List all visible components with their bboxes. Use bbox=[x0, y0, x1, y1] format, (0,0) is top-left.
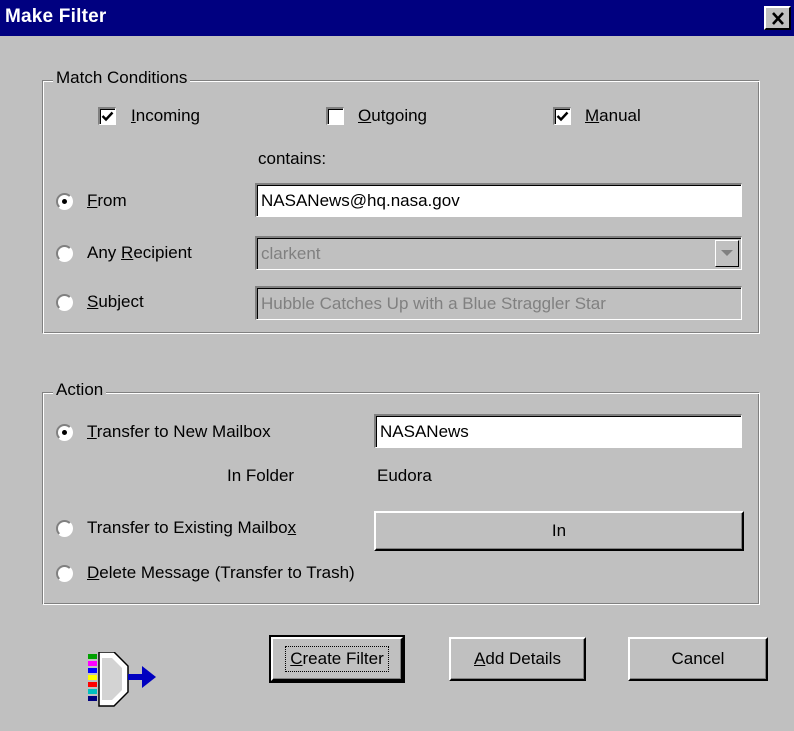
add-details-label: dd Details bbox=[485, 649, 561, 668]
manual-label-rest: anual bbox=[599, 106, 641, 125]
new-mailbox-accel: T bbox=[87, 422, 97, 441]
subject-label[interactable]: Subject bbox=[87, 291, 144, 313]
delete-message-radio[interactable] bbox=[56, 565, 73, 582]
from-input-value: NASANews@hq.nasa.gov bbox=[261, 191, 460, 210]
action-legend: Action bbox=[53, 380, 107, 400]
from-input[interactable]: NASANews@hq.nasa.gov bbox=[255, 183, 742, 217]
outgoing-checkbox[interactable] bbox=[326, 107, 344, 125]
incoming-label[interactable]: Incoming bbox=[131, 105, 200, 127]
existing-mailbox-label-pre: Transfer to Existing Mailbo bbox=[87, 518, 288, 537]
chevron-down-icon bbox=[721, 250, 733, 256]
window-title: Make Filter bbox=[5, 6, 107, 27]
existing-mailbox-picker-button[interactable]: In bbox=[374, 511, 744, 551]
recipient-dropdown[interactable]: clarkent bbox=[255, 236, 742, 270]
subject-accel: S bbox=[87, 292, 99, 311]
new-mailbox-input-value: NASANews bbox=[380, 422, 469, 441]
recipient-label-pre: Any bbox=[87, 243, 122, 262]
create-filter-label: reate Filter bbox=[302, 649, 384, 668]
title-bar: Make Filter bbox=[0, 0, 794, 36]
close-icon bbox=[771, 11, 784, 25]
subject-input[interactable]: Hubble Catches Up with a Blue Straggler … bbox=[255, 286, 742, 320]
delete-message-label[interactable]: Delete Message (Transfer to Trash) bbox=[87, 562, 355, 584]
outgoing-label-rest: utgoing bbox=[371, 106, 428, 125]
incoming-label-rest: ncoming bbox=[135, 106, 200, 125]
from-label[interactable]: From bbox=[87, 190, 127, 212]
new-mailbox-radio[interactable] bbox=[56, 424, 73, 441]
outgoing-label[interactable]: Outgoing bbox=[358, 105, 427, 127]
subject-radio[interactable] bbox=[56, 294, 73, 311]
new-mailbox-label-rest: ransfer to New Mailbox bbox=[96, 422, 271, 441]
filter-transfer-icon bbox=[88, 652, 156, 707]
manual-accel: M bbox=[585, 106, 600, 125]
delete-message-accel: D bbox=[87, 563, 100, 582]
contains-label: contains: bbox=[258, 149, 327, 168]
create-filter-button[interactable]: Create Filter bbox=[269, 635, 405, 683]
add-details-accel: A bbox=[474, 649, 486, 668]
match-conditions-legend: Match Conditions bbox=[53, 68, 191, 88]
in-folder-label: In Folder bbox=[227, 466, 295, 485]
recipient-label-rest: ecipient bbox=[133, 243, 192, 262]
close-button[interactable] bbox=[764, 6, 791, 30]
check-icon bbox=[101, 111, 114, 122]
from-label-rest: rom bbox=[97, 191, 127, 210]
recipient-dropdown-value: clarkent bbox=[261, 244, 321, 263]
manual-label[interactable]: Manual bbox=[585, 105, 641, 127]
existing-mailbox-accel: x bbox=[287, 518, 297, 537]
recipient-radio[interactable] bbox=[56, 245, 73, 262]
subject-label-rest: ubject bbox=[98, 292, 144, 311]
existing-mailbox-label[interactable]: Transfer to Existing Mailbox bbox=[87, 517, 296, 539]
cancel-button[interactable]: Cancel bbox=[628, 637, 768, 681]
subject-input-value: Hubble Catches Up with a Blue Straggler … bbox=[261, 294, 606, 313]
existing-mailbox-picker-label: In bbox=[551, 521, 567, 540]
in-folder-value: Eudora bbox=[377, 466, 432, 485]
delete-message-label-rest: elete Message (Transfer to Trash) bbox=[99, 563, 355, 582]
new-mailbox-input[interactable]: NASANews bbox=[374, 414, 742, 448]
check-icon bbox=[556, 111, 569, 122]
manual-checkbox[interactable] bbox=[553, 107, 571, 125]
new-mailbox-label[interactable]: Transfer to New Mailbox bbox=[87, 421, 271, 443]
cancel-label: Cancel bbox=[671, 649, 725, 668]
recipient-accel: R bbox=[121, 243, 134, 262]
from-accel: F bbox=[87, 191, 98, 210]
incoming-checkbox[interactable] bbox=[98, 107, 116, 125]
outgoing-accel: O bbox=[358, 106, 372, 125]
recipient-label[interactable]: Any Recipient bbox=[87, 242, 192, 264]
add-details-button[interactable]: Add Details bbox=[449, 637, 586, 681]
from-radio[interactable] bbox=[56, 193, 73, 210]
recipient-dropdown-button[interactable] bbox=[715, 240, 739, 267]
existing-mailbox-radio[interactable] bbox=[56, 520, 73, 537]
create-filter-accel: C bbox=[290, 649, 303, 668]
